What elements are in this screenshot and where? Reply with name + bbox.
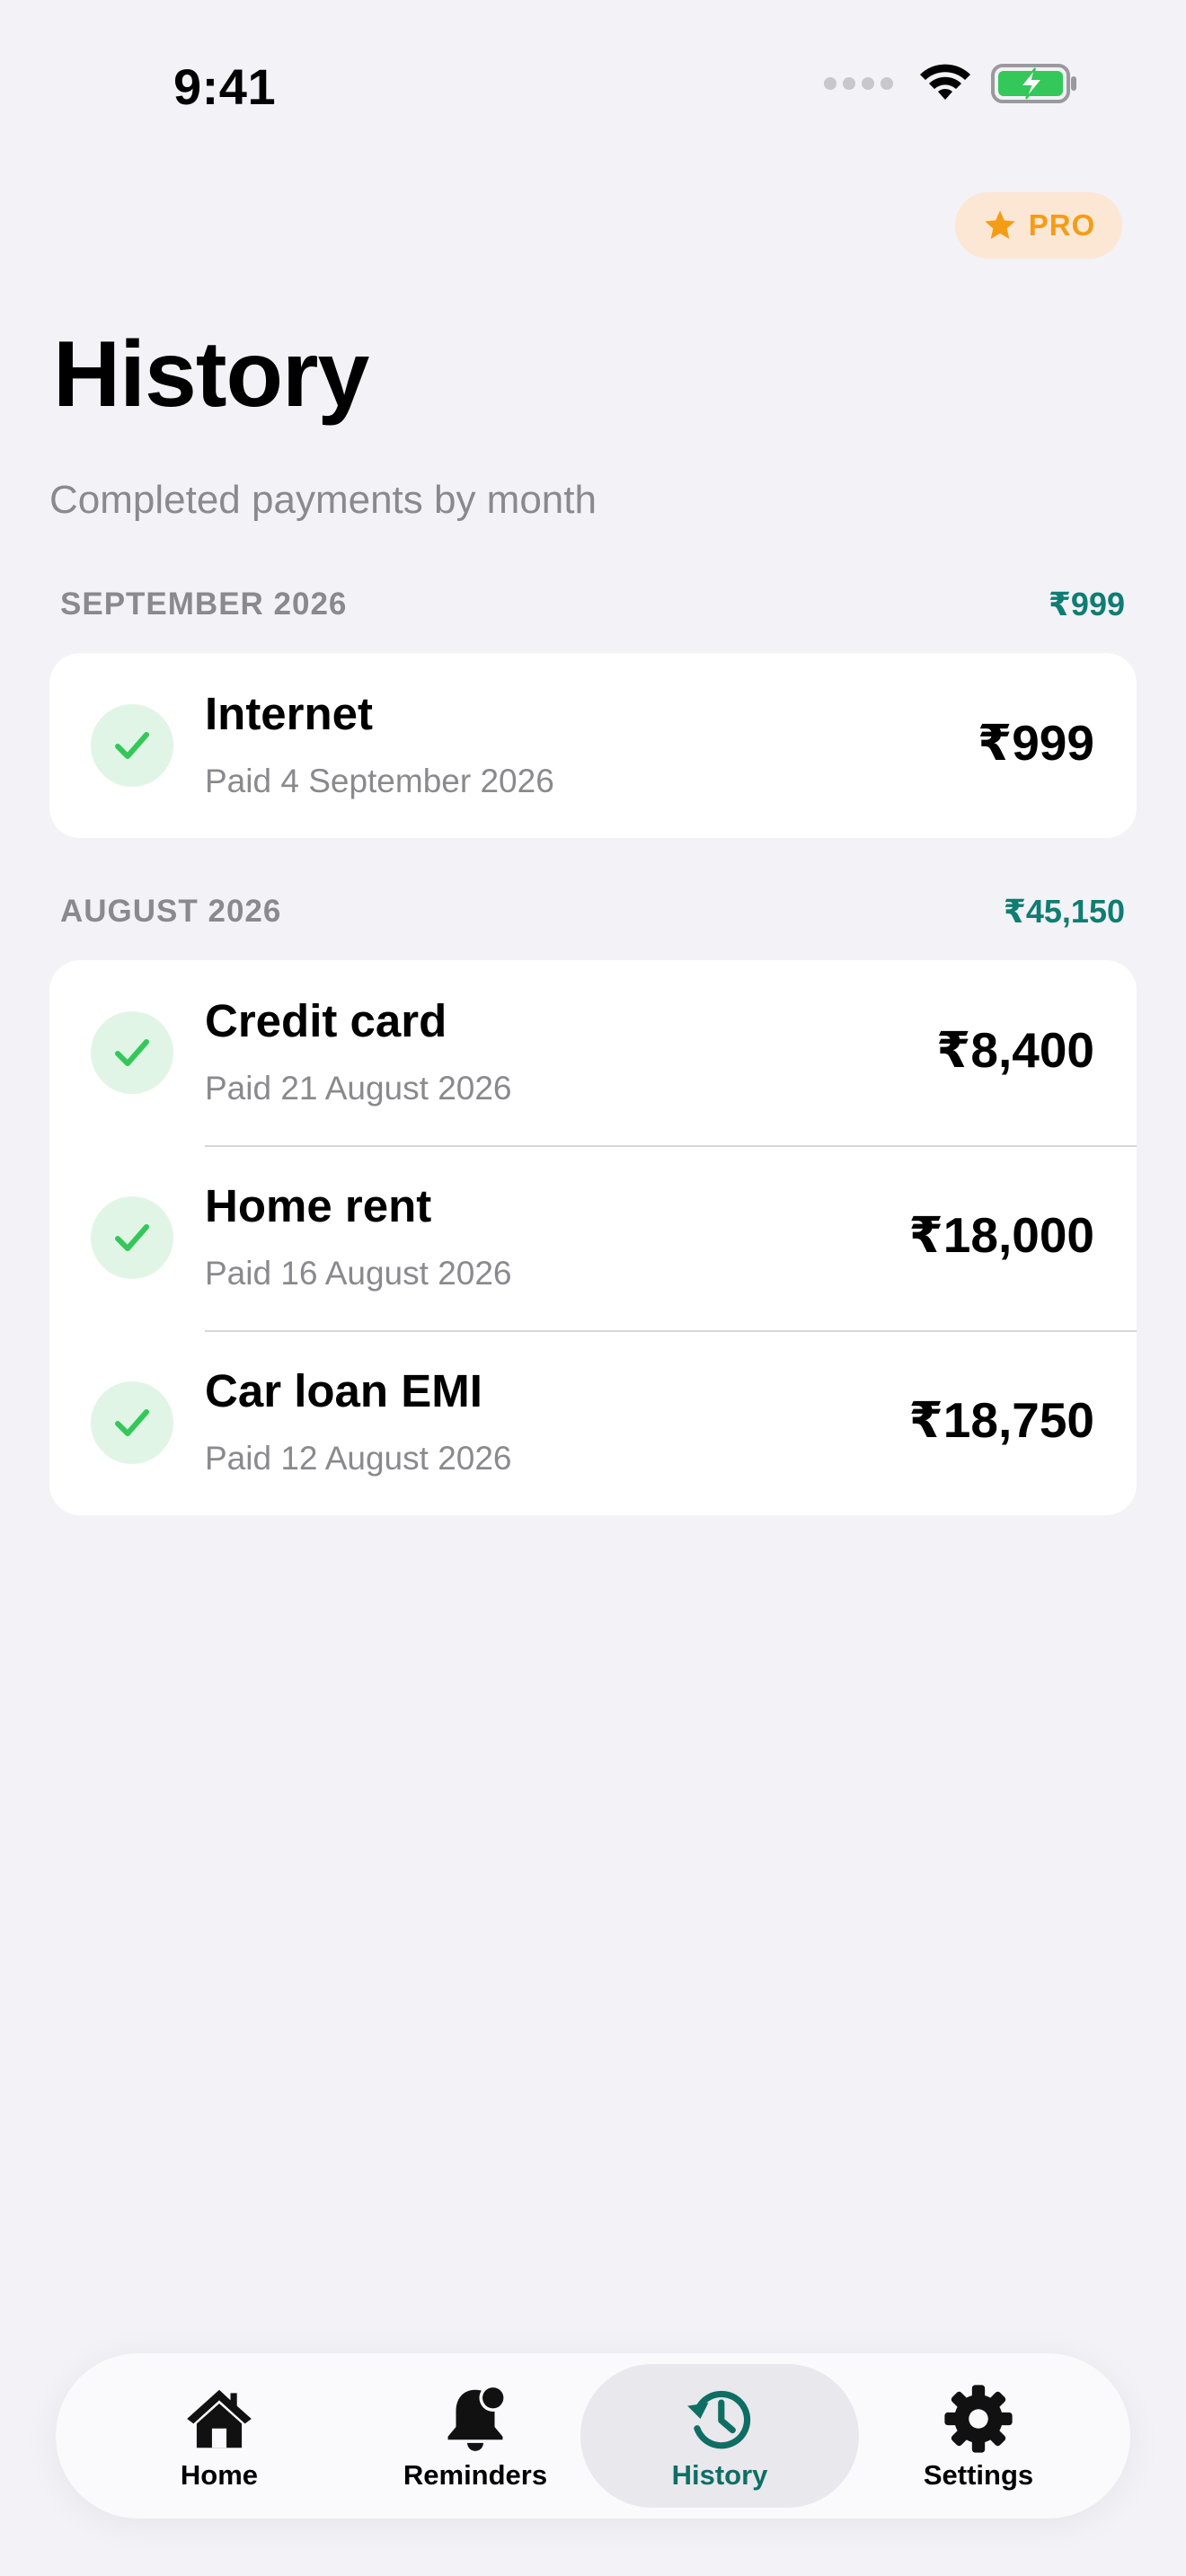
- payment-row[interactable]: Car loan EMI Paid 12 August 2026 ₹18,750: [49, 1330, 1137, 1515]
- tab-settings[interactable]: Settings: [839, 2364, 1118, 2508]
- tab-label: History: [671, 2459, 768, 2491]
- check-icon: [91, 704, 173, 787]
- section-total: ₹999: [1048, 586, 1125, 622]
- section-card-september: Internet Paid 4 September 2026 ₹999: [49, 653, 1137, 838]
- tab-home[interactable]: Home: [80, 2364, 358, 2508]
- wifi-icon: [920, 64, 970, 100]
- payment-row[interactable]: Internet Paid 4 September 2026 ₹999: [49, 653, 1137, 838]
- payment-title: Credit card: [205, 995, 447, 1046]
- payment-date: Paid 4 September 2026: [205, 763, 554, 799]
- payment-title: Home rent: [205, 1180, 432, 1231]
- tab-label: Reminders: [403, 2459, 548, 2491]
- section-label: SEPTEMBER 2026: [60, 587, 348, 622]
- bell-badge-icon: [447, 2384, 507, 2451]
- payment-date: Paid 16 August 2026: [205, 1255, 512, 1292]
- tab-bar: Home Reminders History Settings: [56, 2353, 1130, 2519]
- star-icon: [985, 210, 1015, 239]
- tab-history[interactable]: History: [580, 2364, 859, 2508]
- check-icon: [91, 1196, 173, 1279]
- section-card-august: Credit card Paid 21 August 2026 ₹8,400 H…: [49, 960, 1137, 1515]
- section-header-august: AUGUST 2026 ₹45,150: [60, 893, 1125, 931]
- pro-label: PRO: [1028, 208, 1096, 242]
- tab-label: Home: [180, 2459, 259, 2491]
- payment-title: Internet: [205, 688, 374, 739]
- payment-row[interactable]: Credit card Paid 21 August 2026 ₹8,400: [49, 960, 1137, 1145]
- payment-date: Paid 12 August 2026: [205, 1440, 512, 1477]
- section-label: AUGUST 2026: [60, 894, 282, 929]
- pro-badge[interactable]: PRO: [955, 192, 1122, 259]
- check-icon: [91, 1381, 173, 1464]
- tab-label: Settings: [923, 2459, 1034, 2491]
- payment-amount: ₹18,750: [908, 1392, 1095, 1448]
- section-header-september: SEPTEMBER 2026 ₹999: [60, 586, 1125, 623]
- status-time: 9:41: [173, 58, 277, 115]
- status-icons: [824, 63, 1078, 104]
- payment-date: Paid 21 August 2026: [205, 1070, 512, 1107]
- check-icon: [91, 1011, 173, 1094]
- gear-icon: [944, 2385, 1013, 2453]
- payment-amount: ₹8,400: [936, 1022, 1094, 1078]
- payment-amount: ₹18,000: [908, 1207, 1095, 1263]
- signal-icon: [824, 77, 893, 90]
- house-icon: [187, 2389, 252, 2448]
- tab-reminders[interactable]: Reminders: [336, 2364, 615, 2508]
- page-title: History: [53, 322, 369, 427]
- clock-history-icon: [687, 2390, 751, 2449]
- section-total: ₹45,150: [1003, 893, 1125, 930]
- payment-row[interactable]: Home rent Paid 16 August 2026 ₹18,000: [49, 1145, 1137, 1330]
- payment-title: Car loan EMI: [205, 1365, 482, 1416]
- page-subtitle: Completed payments by month: [49, 478, 597, 522]
- battery-charging-icon: [991, 64, 1076, 103]
- payment-amount: ₹999: [977, 715, 1094, 771]
- history-screen: 9:41 PRO History Completed payments by m…: [0, 0, 1186, 2576]
